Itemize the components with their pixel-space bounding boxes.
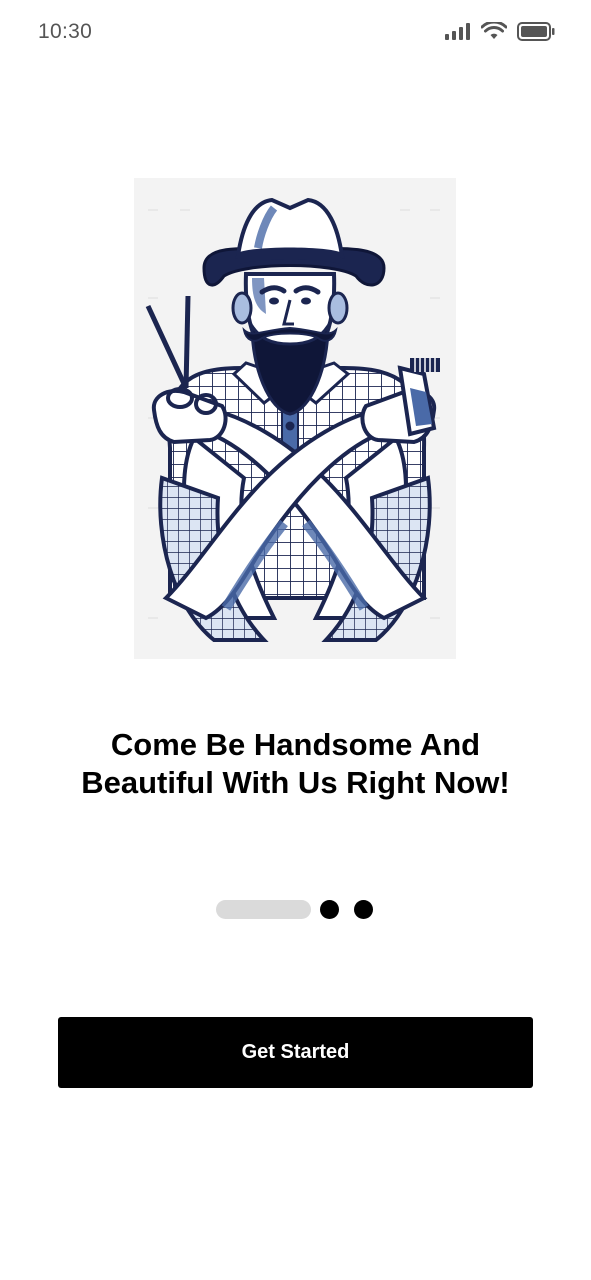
page-indicator-dot-3[interactable] [354,900,373,919]
onboarding-headline: Come Be Handsome And Beautiful With Us R… [40,726,551,802]
barber-illustration [134,178,456,659]
get-started-button[interactable]: Get Started [58,1017,533,1088]
page-indicator [216,899,373,920]
status-time: 10:30 [38,20,93,43]
headline-line-1: Come Be Handsome And [110,727,481,762]
page-indicator-active[interactable] [216,900,311,919]
wifi-icon [481,22,507,39]
headline-line-2: Beautiful With Us Right Now! [81,765,510,800]
signal-icon [445,22,470,40]
barber-image [145,197,440,642]
status-bar: 10:30 [0,0,591,64]
battery-icon [517,22,555,41]
status-icons [445,22,555,41]
page-indicator-dot-2[interactable] [320,900,339,919]
